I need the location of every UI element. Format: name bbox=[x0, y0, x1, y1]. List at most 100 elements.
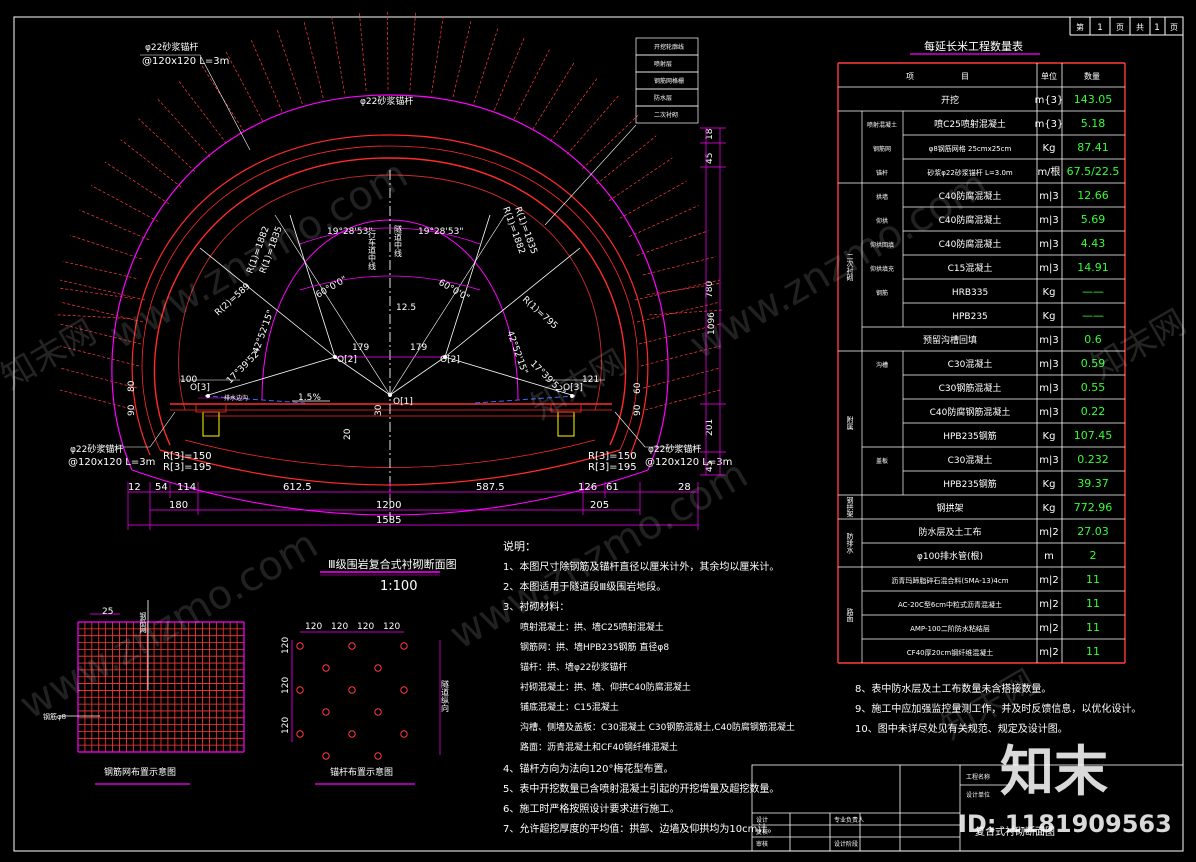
table-group-cell: 钢拱架 bbox=[846, 496, 854, 519]
watermark-id: ID: 1181909563 bbox=[958, 810, 1172, 838]
table-subgroup-cell: 喷射混凝土 bbox=[867, 121, 897, 129]
anchor-bolt bbox=[276, 28, 303, 105]
dim-1585: 1585 bbox=[376, 515, 401, 526]
table-item-cell: 沥青玛蹄脂碎石混合料(SMA-13)4cm bbox=[891, 576, 1008, 585]
table-group-cell: 附属 bbox=[846, 415, 854, 431]
anchor-layout-diagram: 120 120 120 120 120 120 120 bbox=[281, 622, 441, 760]
d-179-left: 179 bbox=[352, 343, 369, 353]
table-unit-cell: Kg bbox=[1043, 479, 1056, 490]
layer-label: 二次衬砌 bbox=[654, 111, 678, 119]
r3-right-b: R[3]=195 bbox=[588, 462, 637, 473]
anchor-layout-dim-top: 120 bbox=[305, 622, 322, 632]
table-subgroup-cell: 盖板 bbox=[876, 457, 888, 465]
table-unit-cell: m|3 bbox=[1039, 335, 1058, 346]
anchor-layout-dim-top: 120 bbox=[331, 622, 348, 632]
anchor-left-spec: @120x120 L=3m bbox=[68, 457, 155, 468]
table-qty-cell: 11 bbox=[1086, 645, 1100, 658]
note-line: 4、锚杆方向为法向120°梅花型布置。 bbox=[503, 762, 673, 775]
table-item-cell: HPB235钢筋 bbox=[943, 478, 997, 490]
table-header-cell: 数量 bbox=[1084, 71, 1100, 81]
anchor-point bbox=[374, 752, 382, 760]
anchor-bolt bbox=[225, 50, 263, 121]
note-line: 路面：沥青混凝土和CF40钢纤维混凝土 bbox=[520, 741, 678, 753]
anchor-bolt bbox=[387, 10, 389, 90]
table-item-cell: AC-20C型6cm中粒式沥青混凝土 bbox=[898, 600, 1002, 609]
anchor-bolt bbox=[596, 135, 657, 185]
anchor-bolt bbox=[452, 19, 472, 98]
anchor-layout-dim-top: 120 bbox=[357, 622, 374, 632]
anchor-bolt bbox=[104, 161, 170, 205]
lane-centerline-text: 行车道中线 bbox=[368, 229, 377, 270]
table-header-cell: 项 bbox=[906, 72, 914, 81]
angle-right: 19°28'53" bbox=[418, 227, 463, 237]
anchor-point bbox=[322, 708, 330, 716]
sheet-page-no: 1 bbox=[1097, 23, 1103, 33]
dim-12: 12 bbox=[128, 482, 141, 493]
ditch-left bbox=[202, 411, 220, 437]
anchor-point bbox=[400, 730, 408, 738]
table-unit-cell: Kg bbox=[1043, 143, 1056, 154]
table-qty-cell: 87.41 bbox=[1077, 141, 1109, 154]
anchor-point bbox=[296, 642, 304, 650]
table-item-cell: C30混凝土 bbox=[948, 358, 993, 370]
anchor-point bbox=[296, 730, 304, 738]
table-unit-cell: m{3} bbox=[1035, 95, 1064, 106]
anchor-top-label: φ22砂浆锚杆 bbox=[145, 41, 198, 53]
table-qty-cell: 11 bbox=[1086, 597, 1100, 610]
watermark-cn-1: 知末网 bbox=[0, 312, 103, 398]
table-item-cell: C30钢筋混凝土 bbox=[939, 382, 1002, 394]
anchor-bolt bbox=[303, 20, 324, 99]
section-scale: 1:100 bbox=[380, 579, 417, 594]
anchor-bolt bbox=[636, 230, 709, 256]
table-unit-cell: m{3} bbox=[1035, 119, 1064, 130]
layer-label: 喷射层 bbox=[654, 60, 672, 68]
tb-unit: 设计单位 bbox=[966, 791, 990, 799]
anchor-point bbox=[322, 752, 330, 760]
table-unit-cell: m|2 bbox=[1039, 527, 1058, 538]
d-90: 90 bbox=[127, 404, 137, 416]
r3-left-b: R[3]=195 bbox=[163, 462, 212, 473]
anchor-bolt bbox=[138, 118, 196, 172]
d-12-5: 12.5 bbox=[396, 303, 416, 313]
note-line: 喷射混凝土：拱、墙C25喷射混凝土 bbox=[520, 621, 664, 633]
dim-1200: 1200 bbox=[376, 500, 401, 511]
table-subgroup-cell: 拱墙 bbox=[876, 193, 888, 201]
table-qty-cell: 5.18 bbox=[1081, 117, 1106, 130]
anchor-bolt bbox=[513, 48, 551, 120]
section-title: Ⅲ级围岩复合式衬砌断面图 bbox=[328, 557, 457, 571]
anchor-bolt bbox=[582, 114, 639, 169]
anchor-crown-label: φ22砂浆锚杆 bbox=[360, 95, 413, 107]
d-18: 18 bbox=[705, 128, 715, 140]
table-item-cell: AMP-100二阶防水粘结层 bbox=[910, 624, 990, 633]
anchor-bolt bbox=[431, 14, 444, 94]
anchor-layout-label: 隧道纵向 bbox=[441, 679, 450, 712]
sheet-ye2: 页 bbox=[1170, 23, 1178, 32]
note-line: 6、施工时严格按照设计要求进行施工。 bbox=[503, 802, 679, 815]
table-subgroup-cell: 钢筋网 bbox=[873, 145, 891, 153]
table-unit-cell: m|3 bbox=[1039, 191, 1058, 202]
tb-stage: 设计阶段 bbox=[834, 840, 858, 848]
table-item-cell: HPB235 bbox=[952, 312, 988, 322]
table-qty-cell: 67.5/22.5 bbox=[1067, 165, 1120, 178]
d-45-top: 45 bbox=[705, 153, 715, 164]
table-qty-cell: 2 bbox=[1090, 549, 1097, 562]
table-unit-cell: m|3 bbox=[1039, 407, 1058, 418]
table-qty-cell: 39.37 bbox=[1077, 477, 1109, 490]
sheet-di: 第 bbox=[1076, 22, 1084, 32]
table-item-cell: C40防腐钢筋混凝土 bbox=[930, 406, 1011, 418]
table-item-cell: 防水层及土工布 bbox=[918, 526, 981, 538]
table-group-cell: 防排水 bbox=[846, 532, 854, 554]
table-qty-cell: 772.96 bbox=[1074, 501, 1113, 514]
anchor-bolt bbox=[90, 185, 159, 222]
dim-205: 205 bbox=[590, 500, 609, 511]
watermark-logo: 知末 bbox=[1000, 740, 1108, 803]
dim-126: 126 bbox=[578, 482, 597, 493]
table-item-cell: φ100排水管(根) bbox=[917, 550, 983, 562]
dim-180: 180 bbox=[169, 500, 188, 511]
d-30: 30 bbox=[374, 404, 384, 416]
dim-114: 114 bbox=[177, 482, 196, 493]
anchor-bolt bbox=[157, 98, 211, 158]
table-item-cell: CF40厚20cm钢纤维混凝土 bbox=[907, 648, 993, 657]
anchor-point bbox=[348, 642, 356, 650]
table-qty-cell: —— bbox=[1082, 309, 1104, 322]
